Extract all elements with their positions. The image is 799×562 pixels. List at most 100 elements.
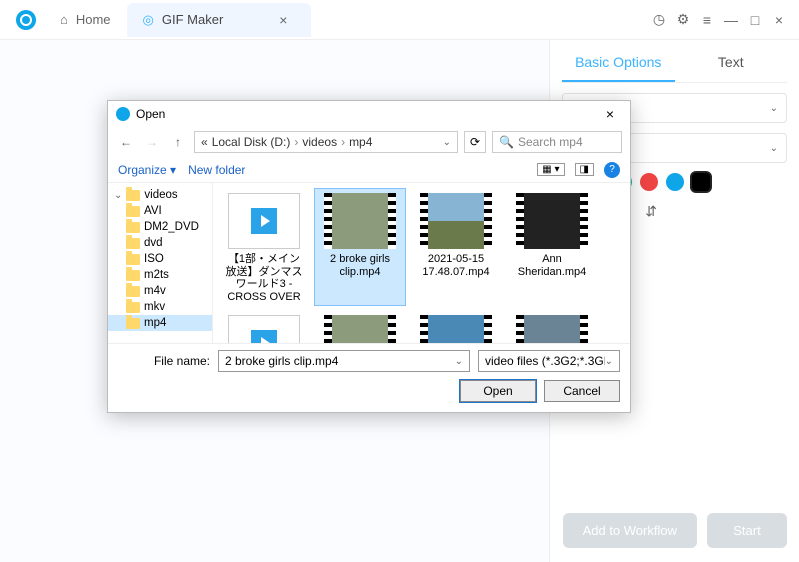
minimize-icon[interactable]: — xyxy=(719,8,743,32)
history-icon[interactable]: ◷ xyxy=(647,8,671,32)
folder-icon xyxy=(126,318,140,329)
organize-button[interactable]: Organize ▾ xyxy=(118,163,176,177)
tree-label: videos xyxy=(144,189,177,201)
file-item[interactable] xyxy=(219,311,309,343)
tab-label: GIF Maker xyxy=(162,12,223,27)
breadcrumb[interactable]: « Local Disk (D:)› videos› mp4 ⌄ xyxy=(194,131,458,153)
tree-item-dvd[interactable]: dvd xyxy=(108,235,212,251)
tree-item-m4v[interactable]: m4v xyxy=(108,283,212,299)
file-item[interactable] xyxy=(507,311,597,343)
filename-value: 2 broke girls clip.mp4 xyxy=(225,354,338,368)
forward-button[interactable]: → xyxy=(142,135,162,149)
chevron-down-icon[interactable]: ⌄ xyxy=(443,137,451,148)
maximize-icon[interactable]: □ xyxy=(743,8,767,32)
open-button[interactable]: Open xyxy=(460,380,536,402)
new-folder-button[interactable]: New folder xyxy=(188,163,245,177)
filetype-value: video files (*.3G2;*.3GP;*.AVI;*.D xyxy=(485,354,605,368)
title-bar: ⌂ Home ◎ GIF Maker × ◷ ⚙ ≡ — □ × xyxy=(0,0,799,40)
app-logo xyxy=(16,10,36,30)
file-thumb xyxy=(228,193,300,249)
bottom-buttons: Add to Workflow Start xyxy=(563,513,787,548)
filetype-select[interactable]: video files (*.3G2;*.3GP;*.AVI;*.D ⌄ xyxy=(478,350,620,372)
home-icon: ⌂ xyxy=(60,12,68,27)
tab-home[interactable]: ⌂ Home xyxy=(44,3,127,37)
dialog-titlebar: Open × xyxy=(108,101,630,127)
tree-label: ISO xyxy=(144,253,164,265)
preview-pane-icon[interactable]: ◨ xyxy=(575,163,594,176)
help-icon[interactable]: ? xyxy=(604,162,620,178)
back-button[interactable]: ← xyxy=(116,135,136,149)
search-icon: 🔍 xyxy=(499,135,514,149)
app-icon xyxy=(116,107,130,121)
file-item[interactable] xyxy=(315,311,405,343)
tab-text[interactable]: Text xyxy=(675,40,788,82)
file-thumb xyxy=(516,315,588,343)
crumb[interactable]: videos xyxy=(302,135,337,149)
folder-tree[interactable]: ⌄ videos AVI DM2_DVDdvd ISO m2ts m4v mkv mp4 xyxy=(108,183,213,343)
tree-item-mkv[interactable]: mkv xyxy=(108,299,212,315)
tab-basic-options[interactable]: Basic Options xyxy=(562,40,675,82)
tree-label: mp4 xyxy=(144,317,166,329)
swatch-red[interactable] xyxy=(640,173,658,191)
tree-label: m2ts xyxy=(144,269,169,281)
filename-input[interactable]: 2 broke girls clip.mp4 ⌄ xyxy=(218,350,470,372)
expand-icon[interactable]: ⌄ xyxy=(114,190,122,201)
tab-gif-maker[interactable]: ◎ GIF Maker × xyxy=(127,3,312,37)
crumb[interactable]: Local Disk (D:) xyxy=(212,135,291,149)
tree-item-mp4[interactable]: mp4 xyxy=(108,315,212,331)
file-thumb xyxy=(420,193,492,249)
folder-icon xyxy=(126,206,140,217)
cancel-button[interactable]: Cancel xyxy=(544,380,620,402)
tree-item-DM2_DVD[interactable]: DM2_DVD xyxy=(108,219,212,235)
tree-item-ISO[interactable]: ISO xyxy=(108,251,212,267)
start-button[interactable]: Start xyxy=(707,513,787,548)
close-tab-icon[interactable]: × xyxy=(271,8,295,32)
tree-label: AVI xyxy=(144,205,162,217)
swatch-blue[interactable] xyxy=(666,173,684,191)
chevron-down-icon: ⌄ xyxy=(455,356,463,367)
close-icon[interactable]: × xyxy=(767,8,791,32)
file-thumb xyxy=(420,315,492,343)
folder-icon xyxy=(126,238,140,249)
tab-label: Home xyxy=(76,12,111,27)
file-thumb xyxy=(324,315,396,343)
tree-label: dvd xyxy=(144,237,163,249)
file-name: 2021-05-15 17.48.07.mp4 xyxy=(415,253,497,278)
chevron-down-icon: ⌄ xyxy=(605,356,613,367)
folder-icon xyxy=(126,222,140,233)
folder-icon xyxy=(126,270,140,281)
dialog-close-icon[interactable]: × xyxy=(598,106,622,122)
file-grid[interactable]: 【1部・メイン放送】ダンマスワールド3 - CROSS OVER and ASS… xyxy=(213,183,630,343)
file-item[interactable] xyxy=(411,311,501,343)
dialog-title: Open xyxy=(136,107,165,121)
file-item[interactable]: 2 broke girls clip.mp4 xyxy=(315,189,405,305)
tree-item-videos[interactable]: ⌄ videos xyxy=(108,187,212,203)
crumb[interactable]: mp4 xyxy=(349,135,372,149)
filename-label: File name: xyxy=(118,354,210,368)
swatch-black[interactable] xyxy=(692,173,710,191)
add-to-workflow-button[interactable]: Add to Workflow xyxy=(563,513,697,548)
chevron-down-icon: ⌄ xyxy=(770,103,778,114)
tree-item-AVI[interactable]: AVI xyxy=(108,203,212,219)
gear-icon[interactable]: ⚙ xyxy=(671,8,695,32)
flip-v-icon[interactable]: ⇵ xyxy=(645,203,657,220)
file-item[interactable]: 【1部・メイン放送】ダンマスワールド3 - CROSS OVER and ASS… xyxy=(219,189,309,305)
play-icon xyxy=(251,208,277,234)
chevron-down-icon: ⌄ xyxy=(770,143,778,154)
up-button[interactable]: ↑ xyxy=(168,135,188,149)
tree-item-m2ts[interactable]: m2ts xyxy=(108,267,212,283)
file-thumb xyxy=(324,193,396,249)
tree-label: mkv xyxy=(144,301,165,313)
menu-icon[interactable]: ≡ xyxy=(695,8,719,32)
tree-label: DM2_DVD xyxy=(144,221,199,233)
file-item[interactable]: Ann Sheridan.mp4 xyxy=(507,189,597,305)
view-mode-icon[interactable]: ▦ ▾ xyxy=(537,163,564,176)
file-name: Ann Sheridan.mp4 xyxy=(511,253,593,278)
file-item[interactable]: 2021-05-15 17.48.07.mp4 xyxy=(411,189,501,305)
folder-icon xyxy=(126,286,140,297)
refresh-button[interactable]: ⟳ xyxy=(464,131,486,153)
gif-icon: ◎ xyxy=(143,12,154,28)
file-name: 【1部・メイン放送】ダンマスワールド3 - CROSS OVER and ASS… xyxy=(223,253,305,301)
search-input[interactable]: 🔍 Search mp4 xyxy=(492,131,622,153)
folder-icon xyxy=(126,254,140,265)
